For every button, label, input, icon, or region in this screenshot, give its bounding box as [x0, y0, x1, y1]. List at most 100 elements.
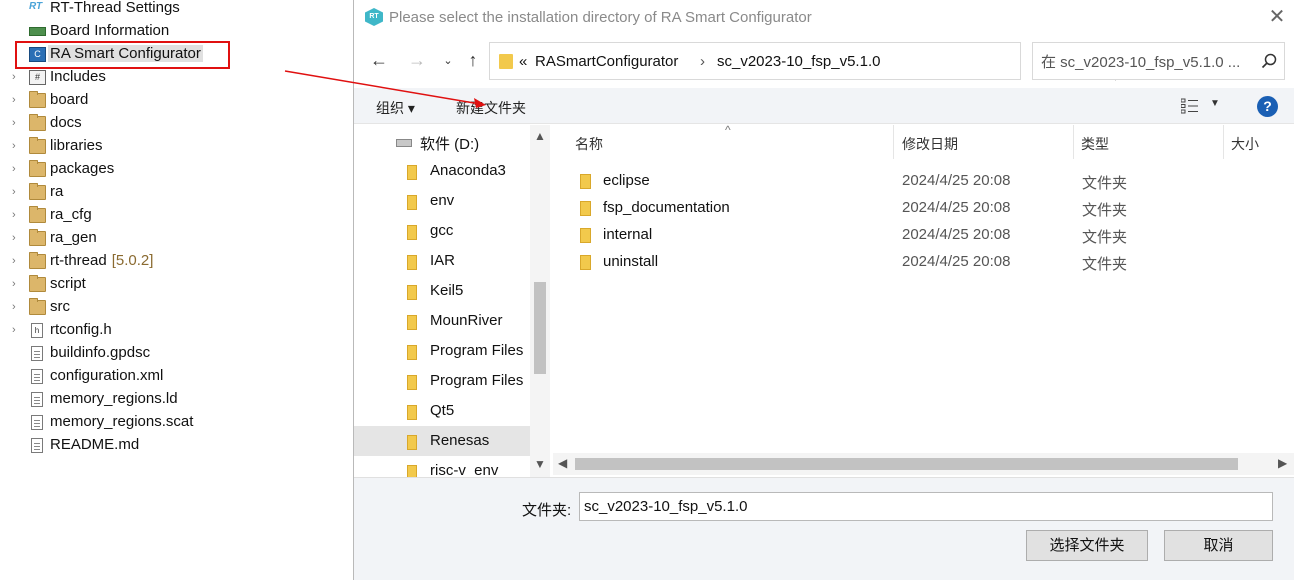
tree-item-ra-gen[interactable]: › ra_gen — [0, 227, 260, 250]
tree-item-ra-cfg[interactable]: › ra_cfg — [0, 204, 260, 227]
select-folder-button[interactable]: 选择文件夹 — [1026, 530, 1148, 561]
chevron-right-icon[interactable]: › — [12, 256, 22, 267]
chevron-right-icon[interactable]: › — [12, 187, 22, 198]
chevron-right-icon[interactable]: › — [12, 164, 22, 175]
tree-item-memory-regions-ld[interactable]: memory_regions.ld — [0, 388, 260, 411]
chevron-right-icon[interactable]: › — [12, 279, 22, 290]
nav-item-qt5[interactable]: Qt5 — [354, 396, 530, 426]
sort-ascending-icon: ^ — [725, 123, 731, 137]
scroll-up-icon[interactable]: ▲ — [534, 129, 546, 143]
column-header-modified[interactable]: 修改日期 — [902, 134, 958, 154]
chevron-right-icon[interactable]: › — [12, 233, 22, 244]
nav-item-anaconda3[interactable]: Anaconda3 — [354, 156, 530, 186]
folder-icon — [580, 228, 591, 243]
view-options-icon[interactable] — [1181, 98, 1199, 114]
folder-icon — [29, 229, 46, 246]
nav-item-program-files-x86[interactable]: Program Files — [354, 366, 530, 396]
search-icon[interactable] — [1261, 53, 1277, 69]
folder-name-input[interactable] — [579, 492, 1273, 521]
chevron-right-icon[interactable]: › — [12, 325, 22, 336]
folder-icon — [407, 465, 417, 477]
chevron-right-icon[interactable]: › — [12, 72, 22, 83]
folder-icon — [407, 375, 417, 390]
tree-item-rtconfig-h[interactable]: › h rtconfig.h — [0, 319, 260, 342]
nav-item-renesas[interactable]: Renesas — [354, 426, 530, 456]
tree-item-rt-thread-settings[interactable]: RT RT-Thread Settings — [0, 0, 260, 20]
column-divider[interactable] — [1073, 125, 1074, 159]
folder-label: 文件夹: — [522, 502, 572, 519]
cancel-button[interactable]: 取消 — [1164, 530, 1273, 561]
tree-item-includes[interactable]: › # Includes — [0, 66, 260, 89]
tree-item-configuration-xml[interactable]: configuration.xml — [0, 365, 260, 388]
tree-item-board[interactable]: › board — [0, 89, 260, 112]
scroll-down-icon[interactable]: ▼ — [534, 457, 546, 471]
chevron-down-icon[interactable]: ▼ — [1210, 98, 1220, 109]
chevron-right-icon[interactable]: › — [12, 95, 22, 106]
new-folder-button[interactable]: 新建文件夹 — [456, 98, 526, 118]
file-icon — [31, 415, 43, 430]
file-row-uninstall[interactable]: uninstall 2024/4/25 20:08 文件夹 — [553, 248, 1294, 275]
back-arrow-icon[interactable]: ← — [369, 50, 389, 71]
dialog-titlebar[interactable]: RT Please select the installation direct… — [354, 0, 1294, 34]
column-header-type[interactable]: 类型 — [1081, 134, 1109, 154]
column-divider[interactable] — [1223, 125, 1224, 159]
close-icon[interactable]: ✕ — [1266, 6, 1288, 28]
drive-icon — [396, 139, 412, 147]
tree-item-readme[interactable]: README.md — [0, 434, 260, 457]
chevron-right-icon[interactable]: › — [12, 118, 22, 129]
nav-item-keil5[interactable]: Keil5 — [354, 276, 530, 306]
nav-item-mounriver[interactable]: MounRiver — [354, 306, 530, 336]
scroll-right-icon[interactable]: ▶ — [1278, 456, 1287, 470]
address-segment-current[interactable]: sc_v2023-10_fsp_v5.1.0 — [717, 53, 880, 70]
tree-item-label: rt-thread — [50, 252, 107, 269]
tree-item-board-information[interactable]: Board Information — [0, 20, 260, 43]
scrollbar-thumb[interactable] — [575, 458, 1238, 470]
header-file-icon: h — [31, 323, 43, 338]
folder-icon — [29, 114, 46, 131]
address-overflow[interactable]: « — [519, 53, 527, 70]
nav-pane-scrollbar[interactable]: ▲ ▼ — [530, 125, 550, 477]
nav-item-env[interactable]: env — [354, 186, 530, 216]
nav-item-gcc[interactable]: gcc — [354, 216, 530, 246]
organize-menu[interactable]: 组织 ▾ — [376, 98, 415, 118]
tree-item-docs[interactable]: › docs — [0, 112, 260, 135]
search-input[interactable] — [1041, 52, 1249, 72]
chevron-right-icon[interactable]: › — [12, 302, 22, 313]
tree-item-src[interactable]: › src — [0, 296, 260, 319]
file-row-internal[interactable]: internal 2024/4/25 20:08 文件夹 — [553, 221, 1294, 248]
tree-item-ra[interactable]: › ra — [0, 181, 260, 204]
file-list-horizontal-scrollbar[interactable]: ◀ ▶ — [553, 453, 1294, 475]
address-bar[interactable]: « RASmartConfigurator › sc_v2023-10_fsp_… — [489, 42, 1144, 81]
tree-item-memory-regions-scat[interactable]: memory_regions.scat — [0, 411, 260, 434]
column-header-name[interactable]: 名称 — [575, 134, 603, 154]
search-box[interactable] — [1032, 42, 1285, 80]
help-icon[interactable]: ? — [1257, 96, 1278, 117]
tree-item-script[interactable]: › script — [0, 273, 260, 296]
tree-item-packages[interactable]: › packages — [0, 158, 260, 181]
tree-item-libraries[interactable]: › libraries — [0, 135, 260, 158]
folder-icon — [407, 435, 417, 450]
forward-arrow-icon[interactable]: → — [407, 50, 427, 71]
chevron-right-icon[interactable]: › — [700, 53, 705, 70]
nav-item-iar[interactable]: IAR — [354, 246, 530, 276]
tree-item-buildinfo[interactable]: buildinfo.gpdsc — [0, 342, 260, 365]
folder-picker-dialog: RT Please select the installation direct… — [353, 0, 1294, 580]
nav-item-risc-v-env[interactable]: risc-v_env — [354, 456, 530, 477]
nav-item-program-files[interactable]: Program Files — [354, 336, 530, 366]
up-arrow-icon[interactable]: ↑ — [463, 50, 483, 71]
nav-item-drive-d[interactable]: 软件 (D:) — [354, 127, 530, 157]
recent-dropdown-icon[interactable]: ⌄ — [438, 54, 458, 67]
column-divider[interactable] — [893, 125, 894, 159]
tree-item-rt-thread[interactable]: › rt-thread [5.0.2] — [0, 250, 260, 273]
dialog-footer: 文件夹: 选择文件夹 取消 — [354, 477, 1294, 580]
file-row-eclipse[interactable]: eclipse 2024/4/25 20:08 文件夹 — [553, 167, 1294, 194]
column-header-size[interactable]: 大小 — [1231, 134, 1259, 154]
folder-icon — [407, 285, 417, 300]
folder-icon — [407, 195, 417, 210]
scroll-left-icon[interactable]: ◀ — [558, 456, 567, 470]
address-segment-rasmartconfigurator[interactable]: RASmartConfigurator — [535, 53, 678, 70]
scrollbar-thumb[interactable] — [534, 282, 546, 374]
chevron-right-icon[interactable]: › — [12, 141, 22, 152]
chevron-right-icon[interactable]: › — [12, 210, 22, 221]
file-row-fsp-documentation[interactable]: fsp_documentation 2024/4/25 20:08 文件夹 — [553, 194, 1294, 221]
